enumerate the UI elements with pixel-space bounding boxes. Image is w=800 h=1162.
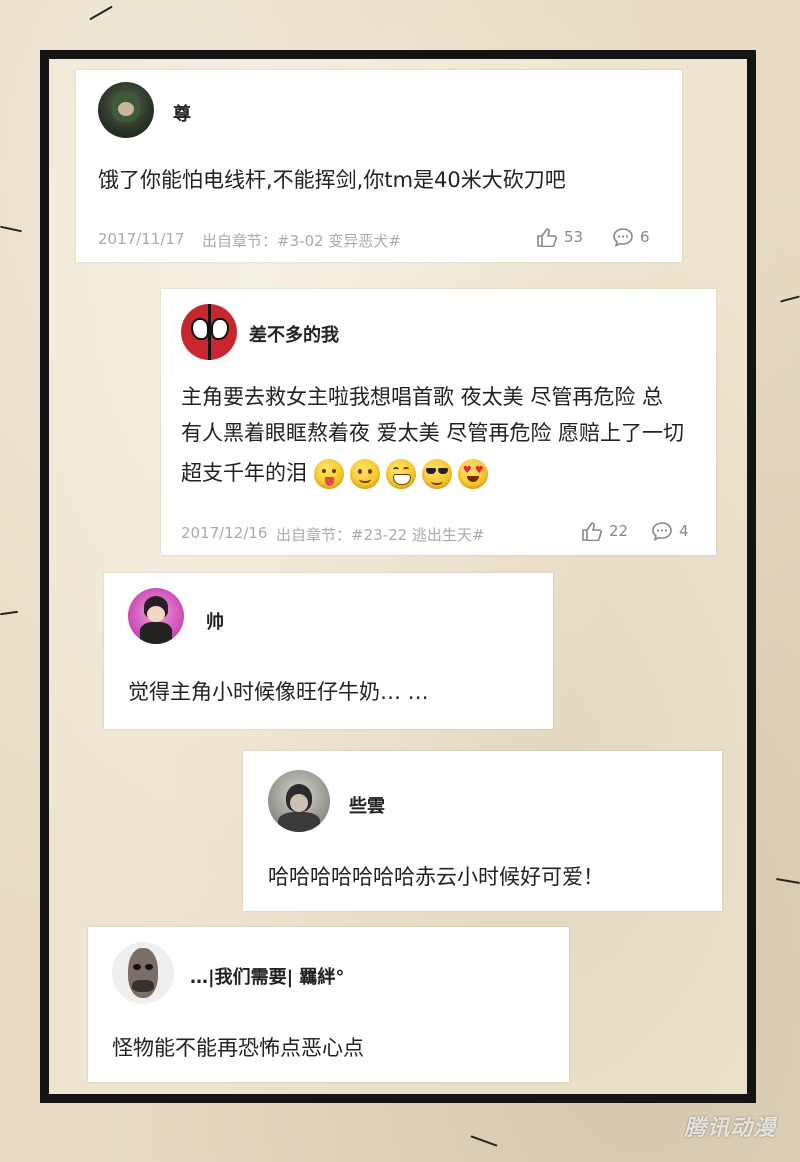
like-button[interactable]: 53 xyxy=(536,227,583,247)
avatar[interactable] xyxy=(112,942,174,1004)
watermark-logo: 腾讯动漫 xyxy=(683,1116,776,1141)
reply-count: 6 xyxy=(640,228,650,246)
avatar[interactable] xyxy=(181,304,237,360)
thumbs-up-icon xyxy=(582,522,602,541)
heart-eyes-emoji-icon: ♥ ♥ xyxy=(457,459,488,489)
avatar[interactable] xyxy=(98,82,154,138)
comment-date: 2017/11/17 xyxy=(98,230,185,248)
tongue-emoji-icon xyxy=(313,459,344,489)
like-count: 53 xyxy=(564,228,584,246)
comment-card: 尊 饿了你能怕电线杆,不能挥剑,你tm是40米大砍刀吧 2017/11/17 出… xyxy=(76,70,682,262)
like-count: 22 xyxy=(609,522,629,540)
username[interactable]: …|我们需要| 羈絆° xyxy=(190,963,344,989)
comment-bubble-icon xyxy=(652,522,672,541)
comment-date: 2017/12/16 xyxy=(181,524,268,542)
comment-text: 超支千年的泪 xyxy=(181,461,307,485)
username[interactable]: 些雲 xyxy=(349,792,385,818)
paper-crack xyxy=(0,610,19,616)
chapter-source-link[interactable]: 出自章节：#23-22 逃出生天# xyxy=(276,524,485,545)
paper-crack xyxy=(780,295,800,303)
chapter-source-link[interactable]: 出自章节：#3-02 变异恶犬# xyxy=(202,230,401,251)
paper-crack xyxy=(470,1135,498,1147)
reply-count: 4 xyxy=(679,522,689,540)
comment-text-line: 超支千年的泪 ♥ ♥ xyxy=(181,455,494,491)
comment-text: 哈哈哈哈哈哈哈赤云小时候好可爱！ xyxy=(268,865,604,889)
comment-card: 帅 觉得主角小时候像旺仔牛奶… … xyxy=(104,573,553,729)
comment-card: 差不多的我 主角要去救女主啦我想唱首歌 夜太美 尽管再危险 总 有人黑着眼眶熬着… xyxy=(161,289,716,555)
username[interactable]: 帅 xyxy=(206,608,224,634)
avatar[interactable] xyxy=(128,588,184,644)
comment-text: 怪物能不能再恐怖点恶心点 xyxy=(112,1036,364,1060)
reply-button[interactable]: 6 xyxy=(612,227,650,247)
sunglasses-emoji-icon xyxy=(421,459,452,489)
avatar[interactable] xyxy=(268,770,330,832)
username[interactable]: 尊 xyxy=(173,100,191,126)
paper-crack xyxy=(89,5,113,21)
comment-card: …|我们需要| 羈絆° 怪物能不能再恐怖点恶心点 xyxy=(88,927,569,1082)
paper-crack xyxy=(0,225,22,233)
comment-bubble-icon xyxy=(613,228,633,247)
grin-emoji-icon xyxy=(385,459,416,489)
like-button[interactable]: 22 xyxy=(581,521,628,541)
username[interactable]: 差不多的我 xyxy=(249,321,339,347)
paper-crack xyxy=(776,877,800,885)
comment-text-line: 主角要去救女主啦我想唱首歌 夜太美 尽管再危险 总 xyxy=(181,385,664,409)
comment-text: 觉得主角小时候像旺仔牛奶… … xyxy=(128,680,429,704)
comment-text-line: 有人黑着眼眶熬着夜 爱太美 尽管再危险 愿赔上了一切 xyxy=(181,421,685,445)
comment-card: 些雲 哈哈哈哈哈哈哈赤云小时候好可爱！ xyxy=(243,751,722,911)
smile-emoji-icon xyxy=(349,459,380,489)
comment-text: 饿了你能怕电线杆,不能挥剑,你tm是40米大砍刀吧 xyxy=(98,168,566,192)
thumbs-up-icon xyxy=(537,228,557,247)
reply-button[interactable]: 4 xyxy=(651,521,689,541)
